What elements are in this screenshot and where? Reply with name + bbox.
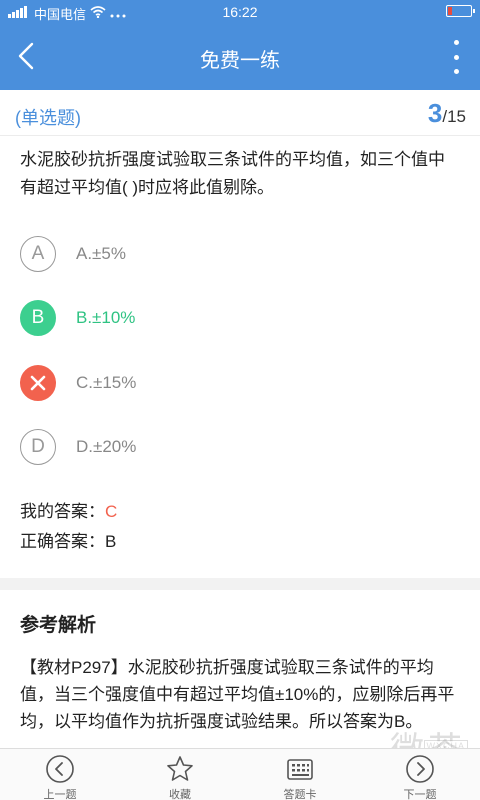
prev-question-label: 上一题 [43,789,77,800]
status-time: 16:22 [222,4,258,20]
answer-card-label: 答题卡 [283,789,317,800]
close-icon [30,375,46,391]
battery-level [448,7,452,15]
favorite-label: 收藏 [169,789,191,800]
option-c[interactable]: C.±15% [20,364,460,402]
option-c-wrong-circle [20,365,56,401]
analysis-text: 【教材P297】水泥胶砂抗折强度试验取三条试件的平均值，当三个强度值中有超过平均… [20,658,455,731]
chevron-right-circle-icon [405,754,435,784]
next-question-label: 下一题 [403,789,437,800]
more-menu-button[interactable] [446,40,466,74]
question-progress: 3/15 [428,98,466,129]
more-dot [453,69,459,74]
status-bar: 中国电信 16:22 [0,0,480,24]
battery-icon [446,5,475,17]
status-right [446,5,475,17]
my-answer-value: C [105,502,118,521]
more-dot [453,54,459,60]
answer-card-icon [285,754,315,784]
correct-answer-label: 正确答案： [20,532,105,551]
my-answer: 我的答案：C [20,497,117,522]
option-b-text: B.±10% [76,308,136,327]
page-title: 免费一练 [200,50,280,72]
bottom-nav: 上一题 收藏 答题卡 下一题 [0,748,480,800]
option-c-text: C.±15% [76,373,137,392]
correct-answer: 正确答案：B [20,527,116,552]
favorite-button[interactable]: 收藏 [120,749,240,800]
section-divider [0,578,480,590]
option-d-text: D.±20% [76,437,137,456]
total-questions: /15 [442,107,466,126]
analysis-title: 参考解析 [20,615,97,636]
question-type: (单选题) [15,108,81,128]
option-d-circle: D [20,429,56,465]
prev-question-button[interactable]: 上一题 [0,749,120,800]
more-dots-icon [453,40,459,45]
option-b-correct-circle: B [20,300,56,336]
current-question-number: 3 [427,98,443,128]
option-d[interactable]: D D.±20% [20,428,460,466]
question-type-row: (单选题) 3/15 [0,90,480,136]
chevron-left-circle-icon [45,754,75,784]
question-text: 水泥胶砂抗折强度试验取三条试件的平均值，如三个值中有超过平均值( )时应将此值剔… [20,150,445,197]
answer-card-button[interactable]: 答题卡 [240,749,360,800]
option-a-text: A.±5% [76,244,126,263]
app-header: 免费一练 [0,24,480,90]
option-a-circle: A [20,236,56,272]
my-answer-label: 我的答案： [20,502,105,521]
correct-answer-value: B [105,532,117,551]
next-question-button[interactable]: 下一题 [360,749,480,800]
star-icon [165,754,195,784]
option-a[interactable]: A A.±5% [20,235,460,273]
option-b[interactable]: B B.±10% [20,299,460,337]
